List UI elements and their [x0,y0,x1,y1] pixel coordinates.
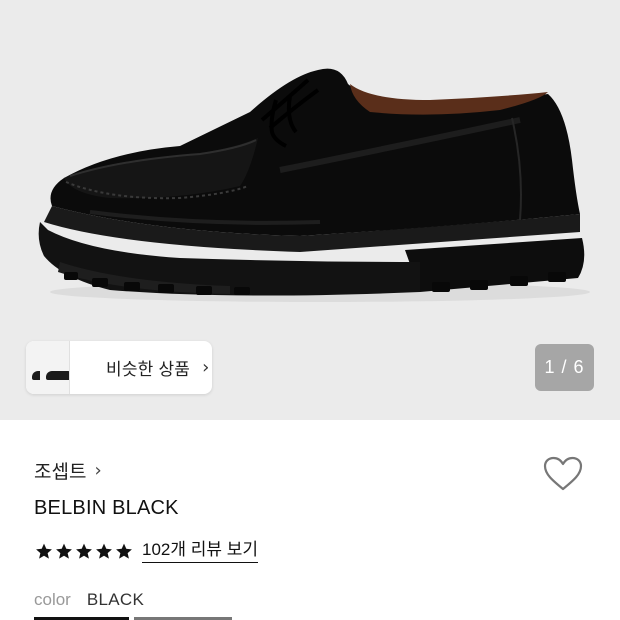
product-info: 조셉트 › BELBIN BLACK 102개 리뷰 보기 color BLAC… [0,420,620,620]
rating-row: 102개 리뷰 보기 [34,540,259,563]
rating-stars [34,542,134,561]
heart-icon[interactable] [542,455,584,493]
brand-name: 조셉트 [34,462,87,483]
color-label: color [34,590,71,609]
product-name: BELBIN BLACK [34,497,179,519]
similar-thumbnail [40,341,70,394]
color-value: BLACK [86,590,145,609]
image-page-counter: 1 / 6 [535,344,594,391]
star-icon [116,543,132,559]
review-link[interactable]: 102개 리뷰 보기 [142,540,259,563]
product-gallery[interactable]: 비슷한 상품 › 1 / 6 [0,0,620,420]
star-icon [96,543,112,559]
chevron-right-icon: › [94,460,102,481]
star-icon [56,543,72,559]
similar-products-label: 비슷한 상품 [106,360,191,379]
similar-thumbnails [26,341,84,394]
brand-link[interactable]: 조셉트 › [34,457,102,484]
chevron-right-icon: › [202,357,210,378]
similar-products-button[interactable]: 비슷한 상품 › [26,341,212,394]
star-icon [36,543,52,559]
star-icon [76,543,92,559]
color-row: color BLACK [34,590,144,610]
